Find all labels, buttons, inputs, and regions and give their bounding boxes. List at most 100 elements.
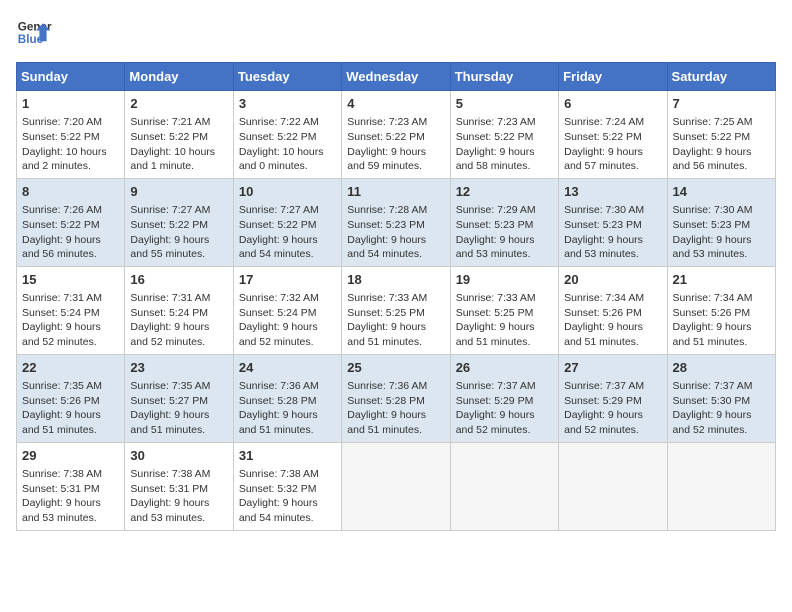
cell-content: Sunrise: 7:27 AMSunset: 5:22 PMDaylight:…	[130, 203, 227, 262]
calendar-cell: 2 Sunrise: 7:21 AMSunset: 5:22 PMDaylight…	[125, 91, 233, 179]
cell-content: Sunrise: 7:24 AMSunset: 5:22 PMDaylight:…	[564, 115, 661, 174]
logo-icon: General Blue	[16, 16, 52, 52]
calendar-cell: 28 Sunrise: 7:37 AMSunset: 5:30 PMDayligh…	[667, 354, 775, 442]
calendar-cell: 3 Sunrise: 7:22 AMSunset: 5:22 PMDaylight…	[233, 91, 341, 179]
calendar-cell: 24Sunrise: 7:36 AMSunset: 5:28 PMDayligh…	[233, 354, 341, 442]
cell-content: Sunrise: 7:21 AMSunset: 5:22 PMDaylight:…	[130, 115, 227, 174]
day-number: 19	[456, 271, 553, 289]
week-row-2: 8 Sunrise: 7:26 AMSunset: 5:22 PMDaylight…	[17, 178, 776, 266]
cell-content: Sunrise: 7:30 AMSunset: 5:23 PMDaylight:…	[564, 203, 661, 262]
page-header: General Blue	[16, 16, 776, 52]
cell-content: Sunrise: 7:23 AMSunset: 5:22 PMDaylight:…	[347, 115, 444, 174]
day-number: 26	[456, 359, 553, 377]
cell-content: Sunrise: 7:27 AMSunset: 5:22 PMDaylight:…	[239, 203, 336, 262]
calendar-cell: 16 Sunrise: 7:31 AMSunset: 5:24 PMDayligh…	[125, 266, 233, 354]
calendar-cell: 15 Sunrise: 7:31 AMSunset: 5:24 PMDayligh…	[17, 266, 125, 354]
day-number: 8	[22, 183, 119, 201]
day-number: 30	[130, 447, 227, 465]
day-number: 31	[239, 447, 336, 465]
day-number: 22	[22, 359, 119, 377]
svg-text:General: General	[18, 20, 52, 33]
cell-content: Sunrise: 7:33 AMSunset: 5:25 PMDaylight:…	[347, 291, 444, 350]
cell-content: Sunrise: 7:38 AMSunset: 5:31 PMDaylight:…	[22, 467, 119, 526]
day-number: 17	[239, 271, 336, 289]
day-number: 15	[22, 271, 119, 289]
day-number: 16	[130, 271, 227, 289]
header-day-saturday: Saturday	[667, 63, 775, 91]
calendar-cell: 11 Sunrise: 7:28 AMSunset: 5:23 PMDayligh…	[342, 178, 450, 266]
cell-content: Sunrise: 7:31 AMSunset: 5:24 PMDaylight:…	[130, 291, 227, 350]
calendar-cell: 8 Sunrise: 7:26 AMSunset: 5:22 PMDaylight…	[17, 178, 125, 266]
calendar-cell	[559, 442, 667, 530]
day-number: 25	[347, 359, 444, 377]
calendar-cell: 29 Sunrise: 7:38 AMSunset: 5:31 PMDayligh…	[17, 442, 125, 530]
calendar-cell: 1 Sunrise: 7:20 AMSunset: 5:22 PMDaylight…	[17, 91, 125, 179]
day-number: 18	[347, 271, 444, 289]
day-number: 1	[22, 95, 119, 113]
day-number: 4	[347, 95, 444, 113]
day-number: 5	[456, 95, 553, 113]
day-number: 28	[673, 359, 770, 377]
cell-content: Sunrise: 7:26 AMSunset: 5:22 PMDaylight:…	[22, 203, 119, 262]
cell-content: Sunrise: 7:31 AMSunset: 5:24 PMDaylight:…	[22, 291, 119, 350]
day-number: 23	[130, 359, 227, 377]
day-number: 11	[347, 183, 444, 201]
cell-content: Sunrise: 7:29 AMSunset: 5:23 PMDaylight:…	[456, 203, 553, 262]
day-number: 10	[239, 183, 336, 201]
logo: General Blue	[16, 16, 52, 52]
cell-content: Sunrise: 7:25 AMSunset: 5:22 PMDaylight:…	[673, 115, 770, 174]
calendar-cell: 21 Sunrise: 7:34 AMSunset: 5:26 PMDayligh…	[667, 266, 775, 354]
calendar-cell: 19Sunrise: 7:33 AMSunset: 5:25 PMDayligh…	[450, 266, 558, 354]
day-number: 9	[130, 183, 227, 201]
calendar-cell: 23Sunrise: 7:35 AMSunset: 5:27 PMDayligh…	[125, 354, 233, 442]
calendar-cell: 7 Sunrise: 7:25 AMSunset: 5:22 PMDaylight…	[667, 91, 775, 179]
calendar-cell: 13 Sunrise: 7:30 AMSunset: 5:23 PMDayligh…	[559, 178, 667, 266]
calendar-cell	[450, 442, 558, 530]
cell-content: Sunrise: 7:35 AMSunset: 5:26 PMDaylight:…	[22, 379, 119, 438]
calendar-table: SundayMondayTuesdayWednesdayThursdayFrid…	[16, 62, 776, 531]
day-number: 14	[673, 183, 770, 201]
cell-content: Sunrise: 7:34 AMSunset: 5:26 PMDaylight:…	[673, 291, 770, 350]
cell-content: Sunrise: 7:37 AMSunset: 5:29 PMDaylight:…	[456, 379, 553, 438]
day-number: 12	[456, 183, 553, 201]
cell-content: Sunrise: 7:34 AMSunset: 5:26 PMDaylight:…	[564, 291, 661, 350]
header-row: SundayMondayTuesdayWednesdayThursdayFrid…	[17, 63, 776, 91]
calendar-cell: 14Sunrise: 7:30 AMSunset: 5:23 PMDayligh…	[667, 178, 775, 266]
cell-content: Sunrise: 7:37 AMSunset: 5:29 PMDaylight:…	[564, 379, 661, 438]
header-day-monday: Monday	[125, 63, 233, 91]
cell-content: Sunrise: 7:20 AMSunset: 5:22 PMDaylight:…	[22, 115, 119, 174]
day-number: 13	[564, 183, 661, 201]
cell-content: Sunrise: 7:28 AMSunset: 5:23 PMDaylight:…	[347, 203, 444, 262]
day-number: 3	[239, 95, 336, 113]
calendar-cell: 27Sunrise: 7:37 AMSunset: 5:29 PMDayligh…	[559, 354, 667, 442]
calendar-cell: 4 Sunrise: 7:23 AMSunset: 5:22 PMDaylight…	[342, 91, 450, 179]
calendar-cell: 22 Sunrise: 7:35 AMSunset: 5:26 PMDayligh…	[17, 354, 125, 442]
week-row-4: 22 Sunrise: 7:35 AMSunset: 5:26 PMDayligh…	[17, 354, 776, 442]
calendar-cell: 31 Sunrise: 7:38 AMSunset: 5:32 PMDayligh…	[233, 442, 341, 530]
calendar-cell: 20Sunrise: 7:34 AMSunset: 5:26 PMDayligh…	[559, 266, 667, 354]
cell-content: Sunrise: 7:38 AMSunset: 5:32 PMDaylight:…	[239, 467, 336, 526]
calendar-cell: 5 Sunrise: 7:23 AMSunset: 5:22 PMDaylight…	[450, 91, 558, 179]
header-day-sunday: Sunday	[17, 63, 125, 91]
day-number: 2	[130, 95, 227, 113]
header-day-friday: Friday	[559, 63, 667, 91]
calendar-cell: 18 Sunrise: 7:33 AMSunset: 5:25 PMDayligh…	[342, 266, 450, 354]
week-row-1: 1 Sunrise: 7:20 AMSunset: 5:22 PMDaylight…	[17, 91, 776, 179]
cell-content: Sunrise: 7:22 AMSunset: 5:22 PMDaylight:…	[239, 115, 336, 174]
calendar-cell	[667, 442, 775, 530]
calendar-cell: 25 Sunrise: 7:36 AMSunset: 5:28 PMDayligh…	[342, 354, 450, 442]
cell-content: Sunrise: 7:23 AMSunset: 5:22 PMDaylight:…	[456, 115, 553, 174]
calendar-cell: 30 Sunrise: 7:38 AMSunset: 5:31 PMDayligh…	[125, 442, 233, 530]
week-row-3: 15 Sunrise: 7:31 AMSunset: 5:24 PMDayligh…	[17, 266, 776, 354]
calendar-cell: 6Sunrise: 7:24 AMSunset: 5:22 PMDaylight…	[559, 91, 667, 179]
cell-content: Sunrise: 7:37 AMSunset: 5:30 PMDaylight:…	[673, 379, 770, 438]
day-number: 29	[22, 447, 119, 465]
cell-content: Sunrise: 7:32 AMSunset: 5:24 PMDaylight:…	[239, 291, 336, 350]
day-number: 21	[673, 271, 770, 289]
cell-content: Sunrise: 7:38 AMSunset: 5:31 PMDaylight:…	[130, 467, 227, 526]
calendar-cell: 26 Sunrise: 7:37 AMSunset: 5:29 PMDayligh…	[450, 354, 558, 442]
calendar-cell: 10 Sunrise: 7:27 AMSunset: 5:22 PMDayligh…	[233, 178, 341, 266]
cell-content: Sunrise: 7:36 AMSunset: 5:28 PMDaylight:…	[347, 379, 444, 438]
day-number: 7	[673, 95, 770, 113]
calendar-cell: 17 Sunrise: 7:32 AMSunset: 5:24 PMDayligh…	[233, 266, 341, 354]
